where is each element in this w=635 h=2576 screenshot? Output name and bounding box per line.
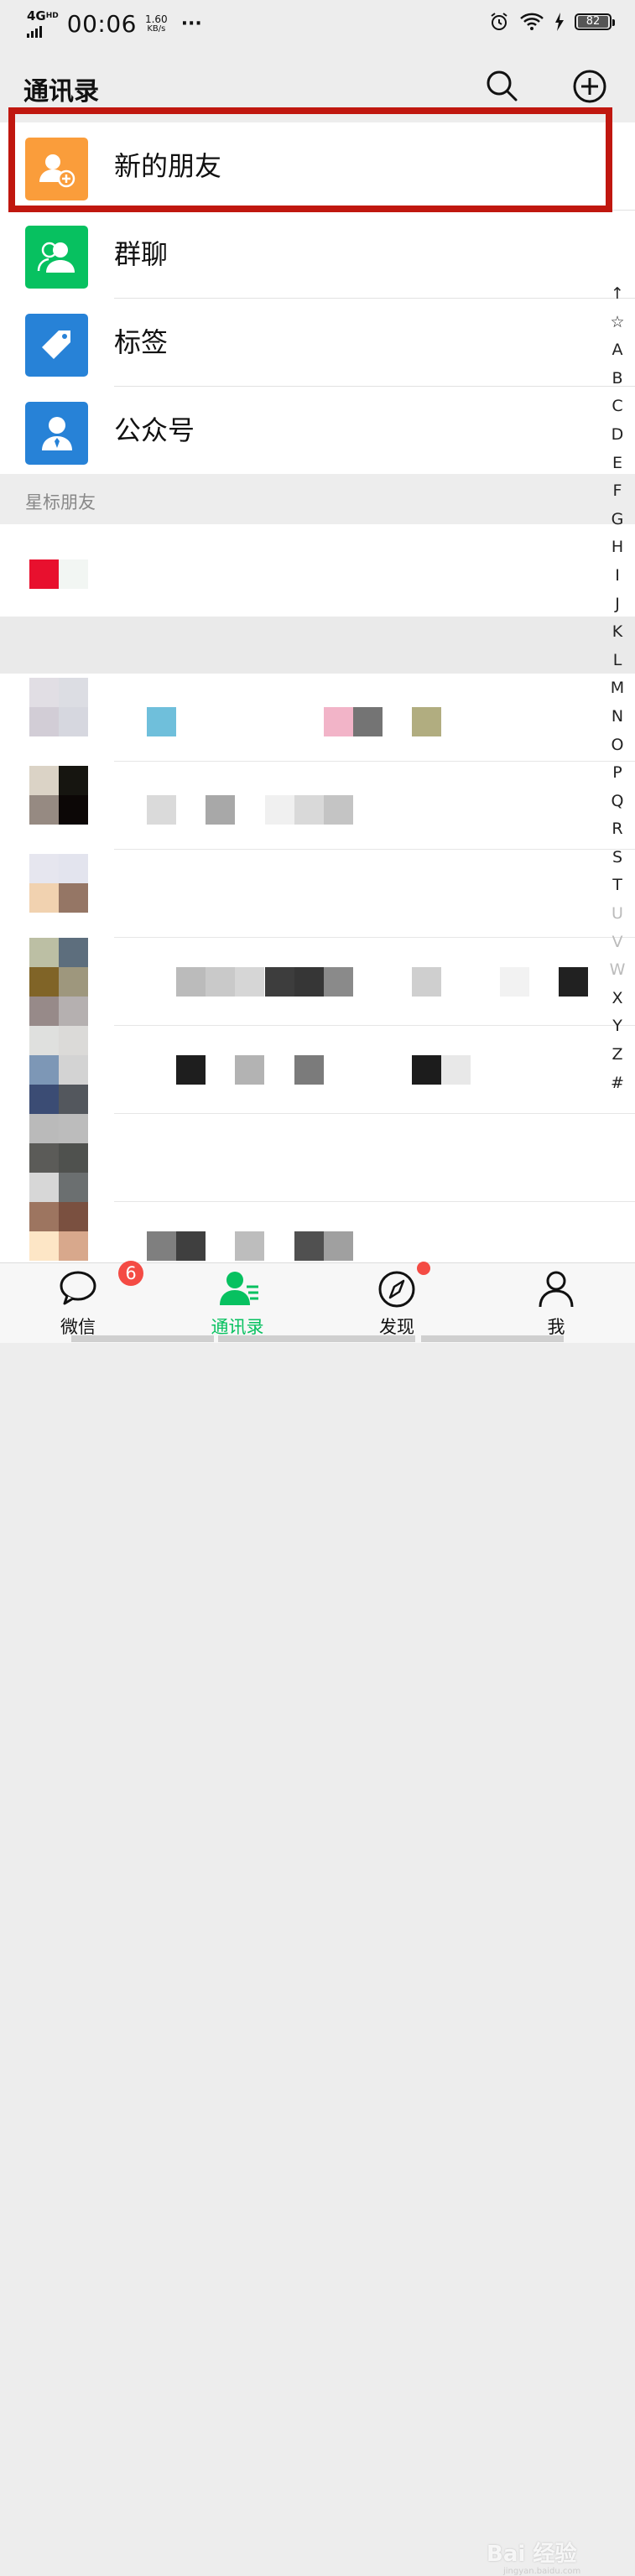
index-letter[interactable]: W xyxy=(601,956,634,985)
index-letter[interactable]: X xyxy=(601,985,634,1013)
avatar xyxy=(29,938,59,967)
battery-icon: 82 xyxy=(575,13,615,30)
signal-icon xyxy=(27,24,59,38)
index-letter[interactable]: Y xyxy=(601,1012,634,1041)
more-notifications: ··· xyxy=(180,13,202,34)
index-letter[interactable]: F xyxy=(601,477,634,506)
index-letter[interactable]: K xyxy=(601,618,634,647)
avatar xyxy=(29,854,59,883)
contacts-icon xyxy=(220,1272,258,1305)
official-accounts-label: 公众号 xyxy=(114,414,195,446)
section-title: 星标朋友 xyxy=(25,492,96,513)
contact-row[interactable] xyxy=(0,1114,635,1202)
status-bar: 4GHD 00:06 1.60 KB/s ··· 82 xyxy=(0,0,635,50)
index-letter[interactable]: M xyxy=(601,674,634,703)
tags-item[interactable]: 标签 xyxy=(0,299,635,387)
contact-row[interactable] xyxy=(0,850,635,938)
contact-row[interactable] xyxy=(0,762,635,850)
index-letter[interactable]: B xyxy=(601,365,634,393)
network-indicator: 4GHD xyxy=(27,10,59,38)
search-icon[interactable] xyxy=(485,69,518,102)
unread-badge: 6 xyxy=(118,1261,143,1286)
official-account-icon xyxy=(25,402,88,465)
index-letter[interactable]: E xyxy=(601,450,634,478)
index-letter[interactable]: C xyxy=(601,393,634,421)
index-letter[interactable]: D xyxy=(601,421,634,450)
index-letter[interactable]: G xyxy=(601,506,634,534)
tags-label: 标签 xyxy=(114,326,169,358)
alarm-icon xyxy=(491,13,507,30)
gesture-bar xyxy=(71,1335,214,1342)
contact-row[interactable] xyxy=(0,938,635,1026)
tab-discover[interactable]: 发现 xyxy=(346,1262,447,1343)
tab-me[interactable]: 我 xyxy=(506,1263,606,1343)
contact-row[interactable] xyxy=(0,524,635,612)
wifi-icon xyxy=(520,13,544,30)
contact-list xyxy=(0,674,635,1262)
index-letter[interactable]: R xyxy=(601,815,634,844)
index-letter[interactable]: Z xyxy=(601,1041,634,1069)
group-chat-item[interactable]: 群聊 xyxy=(0,211,635,299)
index-letter[interactable]: N xyxy=(601,703,634,731)
tab-chats[interactable]: 6 微信 xyxy=(28,1261,143,1343)
profile-icon xyxy=(539,1271,574,1308)
index-letter[interactable]: A xyxy=(601,336,634,365)
tab-bar: 6 微信 通讯录 发现 我 Bai 经验 jingyan.baidu.com xyxy=(0,1261,635,2576)
avatar xyxy=(29,1202,59,1231)
contact-row[interactable] xyxy=(0,1026,635,1114)
index-letter[interactable]: O xyxy=(601,731,634,760)
index-letter[interactable]: T xyxy=(601,872,634,900)
avatar xyxy=(29,559,59,589)
starred-list xyxy=(0,524,635,617)
watermark-url: jingyan.baidu.com xyxy=(503,2567,581,2576)
index-letter[interactable]: S xyxy=(601,844,634,872)
group-chat-label: 群聊 xyxy=(114,238,169,270)
tag-icon xyxy=(25,314,88,377)
index-letter[interactable]: Q xyxy=(601,788,634,816)
index-letter[interactable]: J xyxy=(601,591,634,619)
starred-header: 星标朋友 xyxy=(0,474,635,524)
index-letter[interactable]: H xyxy=(601,533,634,562)
index-letter[interactable]: U xyxy=(601,900,634,929)
avatar xyxy=(29,1114,59,1143)
avatar xyxy=(29,678,59,707)
tab-contacts[interactable]: 通讯录 xyxy=(187,1263,288,1343)
contact-row[interactable] xyxy=(0,674,635,762)
index-letter[interactable]: L xyxy=(601,647,634,675)
gesture-bar xyxy=(421,1335,564,1342)
gesture-bar xyxy=(218,1335,415,1342)
group-chat-icon xyxy=(25,226,88,289)
add-icon[interactable] xyxy=(572,69,607,104)
watermark: Bai 经验 xyxy=(487,2542,577,2567)
index-letter[interactable]: ☆ xyxy=(601,309,634,337)
network-speed: 1.60 KB/s xyxy=(144,13,168,34)
page-title: 通讯录 xyxy=(23,77,99,107)
chat-icon xyxy=(60,1271,96,1305)
index-letter[interactable]: # xyxy=(601,1069,634,1098)
compass-icon xyxy=(378,1271,415,1308)
index-letter[interactable]: ↑ xyxy=(601,280,634,309)
charging-icon xyxy=(555,13,564,31)
new-moments-dot xyxy=(417,1262,430,1275)
index-letter[interactable]: I xyxy=(601,562,634,591)
letter-header xyxy=(0,617,635,674)
highlight-box xyxy=(8,107,612,212)
avatar xyxy=(29,766,59,795)
avatar xyxy=(29,1026,59,1055)
index-letter[interactable]: V xyxy=(601,929,634,957)
official-accounts-item[interactable]: 公众号 xyxy=(0,387,635,475)
alphabet-index[interactable]: ↑ ☆ A B C D E F G H I J K L M N O P Q R S T U V W X Y Z # xyxy=(601,280,634,1097)
clock: 00:06 xyxy=(66,10,137,38)
index-letter[interactable]: P xyxy=(601,759,634,788)
